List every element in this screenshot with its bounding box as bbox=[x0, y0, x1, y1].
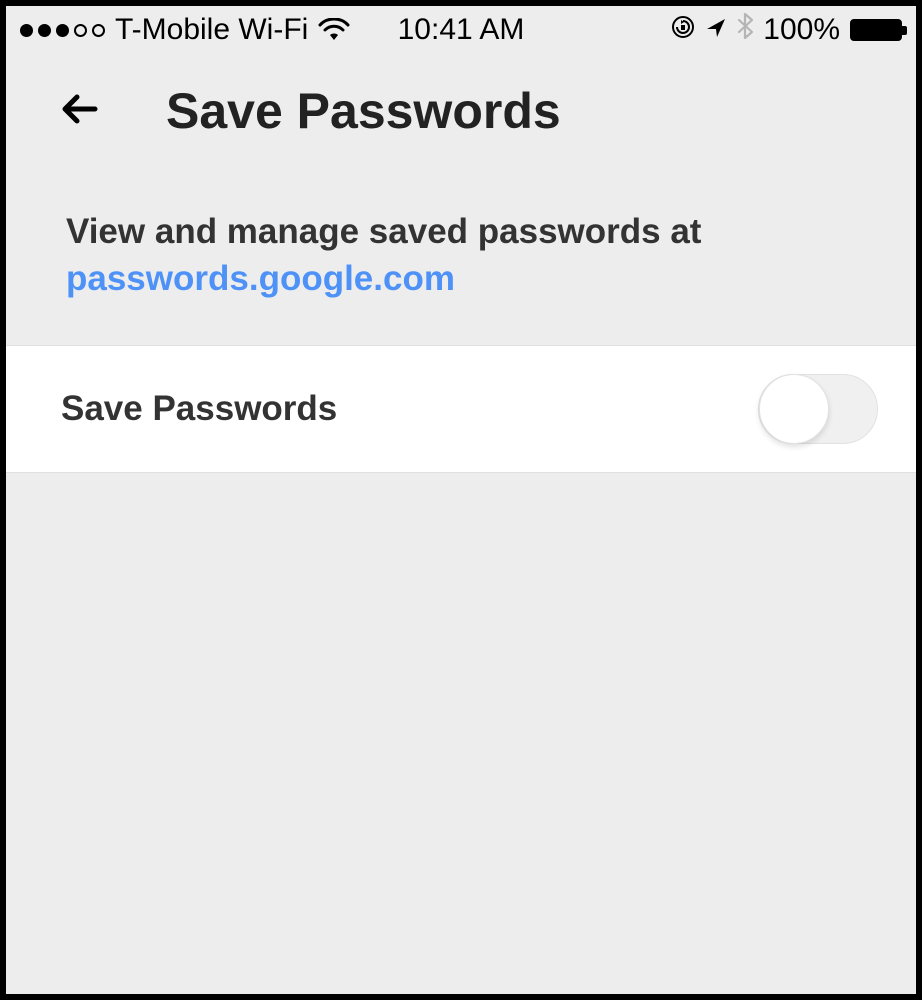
save-passwords-row: Save Passwords bbox=[6, 345, 916, 473]
save-passwords-label: Save Passwords bbox=[61, 389, 337, 429]
battery-icon bbox=[850, 19, 902, 41]
bluetooth-icon bbox=[737, 13, 753, 47]
page-title: Save Passwords bbox=[166, 82, 561, 140]
battery-percentage: 100% bbox=[763, 13, 840, 47]
description-text: View and manage saved passwords at passw… bbox=[6, 158, 916, 345]
save-passwords-toggle[interactable] bbox=[758, 374, 878, 444]
back-button[interactable] bbox=[56, 86, 106, 136]
status-time: 10:41 AM bbox=[398, 13, 525, 47]
status-right: 100% bbox=[671, 13, 902, 47]
arrow-left-icon bbox=[57, 85, 105, 138]
signal-strength-icon bbox=[20, 24, 105, 37]
toggle-knob bbox=[759, 374, 829, 444]
description-prefix: View and manage saved passwords at bbox=[66, 212, 701, 251]
app-header: Save Passwords bbox=[6, 54, 916, 158]
rotation-lock-icon bbox=[671, 13, 695, 47]
status-left: T-Mobile Wi-Fi bbox=[20, 13, 350, 47]
location-arrow-icon bbox=[705, 13, 727, 47]
status-bar: T-Mobile Wi-Fi 10:41 AM bbox=[6, 6, 916, 54]
wifi-icon bbox=[318, 18, 350, 42]
carrier-label: T-Mobile Wi-Fi bbox=[115, 13, 308, 47]
passwords-link[interactable]: passwords.google.com bbox=[66, 259, 455, 298]
